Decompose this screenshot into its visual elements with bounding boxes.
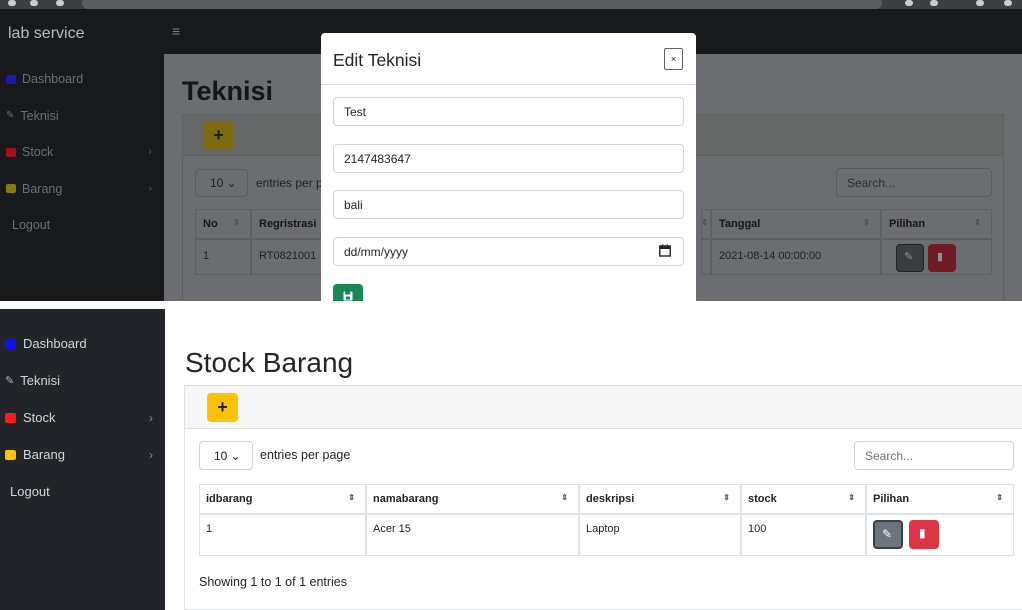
sidebar-item-label: Stock <box>22 145 54 160</box>
profile-avatar[interactable] <box>976 0 984 6</box>
sidebar-item-stock[interactable]: Stock › <box>0 399 165 436</box>
column-sort-marker: ⇕ <box>701 209 711 239</box>
sidebar: Dashboard ✎ Teknisi Stock › Barang › Log… <box>0 309 165 610</box>
cell-pilihan: ✎ ▮ <box>881 239 992 275</box>
sidebar-item-label: Logout <box>10 484 50 499</box>
cell-stock: 100 <box>741 514 866 556</box>
modal-header: Edit Teknisi × <box>321 33 696 85</box>
sidebar-nav: Dashboard ✎ Teknisi Stock › Barang › Log… <box>0 61 164 244</box>
entries-per-page-label: entries per p <box>256 176 323 190</box>
cell-pilihan: ✎ ▮ <box>866 514 1014 556</box>
name-field[interactable]: Test <box>333 97 684 126</box>
back-icon[interactable] <box>8 0 16 6</box>
sidebar-item-label: Teknisi <box>20 373 60 388</box>
cell-no: 1 <box>195 239 251 275</box>
cell-idbarang: 1 <box>199 514 366 556</box>
sidebar-item-label: Dashboard <box>22 72 84 87</box>
sidebar-item-teknisi[interactable]: ✎ Teknisi <box>0 362 165 399</box>
sidebar-item-label: Dashboard <box>23 336 87 351</box>
edit-icon: ✎ <box>882 527 893 541</box>
bookmark-star-icon[interactable] <box>905 0 913 6</box>
sidebar-item-logout[interactable]: Logout <box>0 207 164 244</box>
sidebar-item-teknisi[interactable]: ✎ Teknisi <box>0 98 164 135</box>
sidebar-item-label: Teknisi <box>20 108 59 123</box>
truck-icon <box>6 184 16 194</box>
truck-icon <box>5 449 16 460</box>
edit-icon: ✎ <box>904 251 914 263</box>
reload-icon[interactable] <box>56 0 64 6</box>
cell-deskripsi: Laptop <box>579 514 741 556</box>
date-placeholder: dd/mm/yyyy <box>344 245 409 259</box>
trash-icon: ▮ <box>919 526 926 540</box>
column-header-idbarang[interactable]: idbarang ⇕ <box>199 484 366 514</box>
chevron-right-icon: › <box>148 182 152 195</box>
calendar-icon[interactable] <box>659 244 671 260</box>
column-header-stock[interactable]: stock ⇕ <box>741 484 866 514</box>
sidebar-item-dashboard[interactable]: Dashboard <box>0 325 165 362</box>
cell-namabarang: Acer 15 <box>366 514 579 556</box>
database-icon <box>5 412 16 423</box>
search-input[interactable]: Search... <box>836 168 992 197</box>
date-field[interactable]: dd/mm/yyyy <box>333 237 684 266</box>
page-title: Teknisi <box>182 76 274 106</box>
extension-icon[interactable] <box>930 0 938 6</box>
column-header-namabarang[interactable]: namabarang ⇕ <box>366 484 579 514</box>
browser-toolbar <box>0 0 1022 9</box>
save-icon <box>343 291 353 301</box>
browser-menu-icon[interactable] <box>1004 0 1012 6</box>
column-header-no[interactable]: No ⇕ <box>195 209 251 239</box>
stock-barang-screen: Dashboard ✎ Teknisi Stock › Barang › Log… <box>0 309 1022 610</box>
wrench-icon: ✎ <box>5 375 15 387</box>
table-info: Showing 1 to 1 of 1 entries <box>199 575 348 589</box>
page-title: Stock Barang <box>185 347 354 378</box>
app-brand[interactable]: lab service <box>8 25 84 43</box>
sidebar-item-dashboard[interactable]: Dashboard <box>0 61 164 98</box>
database-icon <box>6 147 16 157</box>
sidebar-item-label: Barang <box>23 447 65 462</box>
column-header-tanggal[interactable]: Tanggal ⇕ <box>711 209 881 239</box>
chevron-right-icon: › <box>149 410 153 425</box>
data-card: + 10 ⌄ entries per page Search... idbara… <box>184 385 1022 610</box>
column-header-pilihan[interactable]: Pilihan ⇕ <box>866 484 1014 514</box>
main-content: Stock Barang + 10 ⌄ entries per page Sea… <box>165 309 1022 610</box>
save-button[interactable] <box>333 284 363 301</box>
add-button[interactable]: + <box>203 122 234 149</box>
teknisi-screen-with-modal: lab service Dashboard ✎ Teknisi Stock › … <box>0 0 1022 301</box>
sidebar-item-stock[interactable]: Stock › <box>0 134 164 171</box>
edit-teknisi-modal: Edit Teknisi × Test 2147483647 bali dd/m… <box>321 33 696 301</box>
cell-tanggal: 2021-08-14 00:00:00 <box>711 239 881 275</box>
search-input[interactable]: Search... <box>854 441 1014 470</box>
add-button[interactable]: + <box>207 393 238 422</box>
card-header: + <box>185 386 1022 429</box>
close-button[interactable]: × <box>664 48 683 70</box>
sidebar-item-label: Stock <box>23 410 56 425</box>
address-field[interactable]: bali <box>333 190 684 219</box>
phone-field[interactable]: 2147483647 <box>333 144 684 173</box>
dashboard-icon <box>6 74 16 84</box>
sidebar-item-label: Logout <box>12 218 51 233</box>
sidebar-nav: Dashboard ✎ Teknisi Stock › Barang › Log… <box>0 325 165 510</box>
column-header-deskripsi[interactable]: deskripsi ⇕ <box>579 484 741 514</box>
chevron-right-icon: › <box>149 447 153 462</box>
dashboard-icon <box>5 338 16 349</box>
sidebar-item-barang[interactable]: Barang › <box>0 436 165 473</box>
column-header-pilihan[interactable]: Pilihan ⇕ <box>881 209 992 239</box>
address-bar[interactable] <box>82 0 882 9</box>
modal-title: Edit Teknisi <box>333 50 422 70</box>
sidebar-item-label: Barang <box>22 181 63 196</box>
table-cell <box>701 239 711 275</box>
sidebar-item-barang[interactable]: Barang › <box>0 171 164 208</box>
wrench-icon: ✎ <box>6 110 15 122</box>
screenshot-divider <box>0 301 1022 309</box>
forward-icon[interactable] <box>30 0 38 6</box>
sidebar: lab service Dashboard ✎ Teknisi Stock › … <box>0 9 164 301</box>
sidebar-item-logout[interactable]: Logout <box>0 473 165 510</box>
chevron-right-icon: › <box>148 146 152 159</box>
hamburger-icon[interactable]: ≡ <box>172 23 180 39</box>
entries-per-page-select[interactable]: 10 ⌄ <box>199 441 253 470</box>
entries-per-page-label: entries per page <box>260 448 351 462</box>
trash-icon: ▮ <box>937 251 944 263</box>
entries-per-page-select[interactable]: 10 ⌄ <box>195 169 248 197</box>
